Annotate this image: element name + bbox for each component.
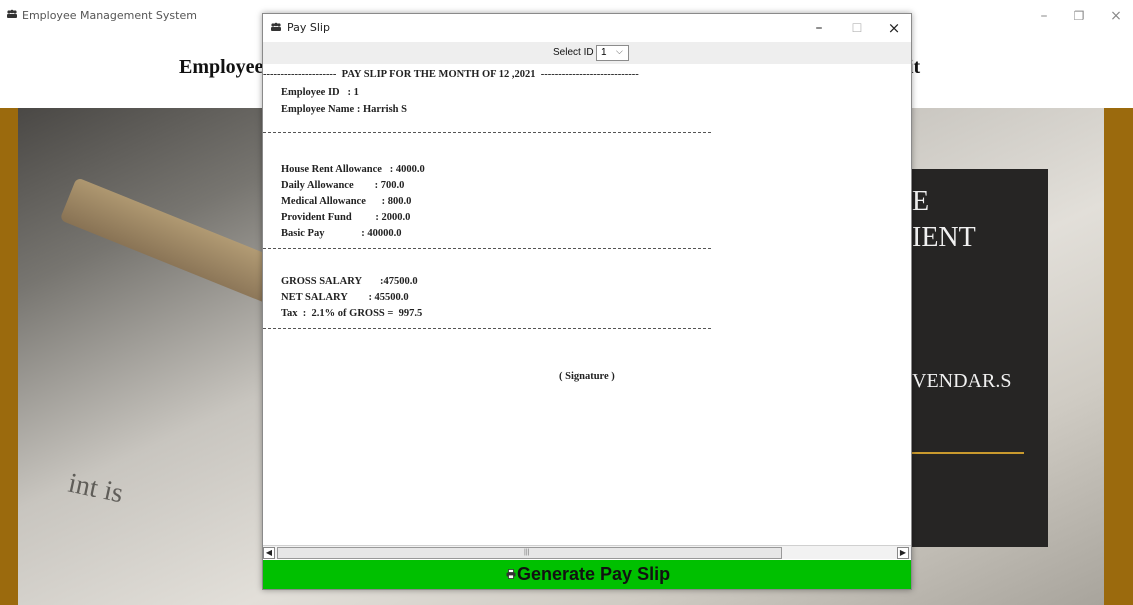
pay-slip-dialog: Pay Slip – ☐ × Select ID 1 ⌵ -----------… <box>262 13 912 590</box>
overlay-text-line2: IENT <box>912 222 976 253</box>
dialog-title-bar[interactable]: Pay Slip – ☐ × <box>263 14 911 42</box>
slip-gross-salary: GROSS SALARY :47500.0 <box>281 276 418 287</box>
dialog-close-button[interactable]: × <box>882 18 906 38</box>
slip-da: Daily Allowance : 700.0 <box>281 180 405 191</box>
slip-employee-name: Employee Name : Harrish S <box>281 104 407 115</box>
photo-text: int is <box>65 467 126 510</box>
main-heading-left: Employee <box>179 56 264 78</box>
printer-icon <box>506 569 516 579</box>
overlay-divider <box>912 452 1024 454</box>
slip-hra: House Rent Allowance : 4000.0 <box>281 164 425 175</box>
main-minimize-button[interactable]: – <box>1032 6 1056 26</box>
scroll-left-icon[interactable]: ◀ <box>263 547 275 559</box>
slip-divider <box>263 328 711 329</box>
dialog-maximize-button[interactable]: ☐ <box>845 18 869 38</box>
dialog-title: Pay Slip <box>287 21 330 34</box>
app-people-icon <box>7 9 17 18</box>
slip-medical: Medical Allowance : 800.0 <box>281 196 412 207</box>
main-restore-button[interactable]: ❐ <box>1067 6 1091 26</box>
slip-header: --------------------- PAY SLIP FOR THE M… <box>263 69 639 80</box>
main-window-title: Employee Management System <box>22 9 197 22</box>
slip-signature: ( Signature ) <box>559 371 615 382</box>
dialog-minimize-button[interactable]: – <box>807 18 831 38</box>
overlay-text-line1: E <box>912 186 930 217</box>
generate-pay-slip-button[interactable]: Generate Pay Slip <box>263 560 911 589</box>
select-id-dropdown[interactable]: 1 ⌵ <box>596 45 629 61</box>
scroll-right-icon[interactable]: ▶ <box>897 547 909 559</box>
slip-pf: Provident Fund : 2000.0 <box>281 212 411 223</box>
slip-employee-id: Employee ID : 1 <box>281 87 359 98</box>
main-close-button[interactable]: × <box>1104 6 1128 26</box>
scrollbar-grip-icon: ||| <box>524 549 530 556</box>
horizontal-scrollbar[interactable]: ◀ ||| ▶ <box>263 545 911 559</box>
slip-basic-pay: Basic Pay : 40000.0 <box>281 228 402 239</box>
chevron-down-icon: ⌵ <box>616 46 623 56</box>
select-id-bar: Select ID 1 ⌵ <box>263 42 911 64</box>
slip-divider <box>263 132 711 133</box>
pay-slip-text-area[interactable]: --------------------- PAY SLIP FOR THE M… <box>263 64 911 544</box>
select-id-label: Select ID <box>553 47 594 58</box>
scrollbar-thumb[interactable]: ||| <box>277 547 782 559</box>
generate-pay-slip-label: Generate Pay Slip <box>517 564 671 584</box>
overlay-text-author: VENDAR.S <box>912 370 1012 392</box>
slip-tax: Tax : 2.1% of GROSS = 997.5 <box>281 308 423 319</box>
slip-divider <box>263 248 711 249</box>
slip-net-salary: NET SALARY : 45500.0 <box>281 292 409 303</box>
app-people-icon <box>271 22 281 31</box>
select-id-value: 1 <box>601 47 607 58</box>
